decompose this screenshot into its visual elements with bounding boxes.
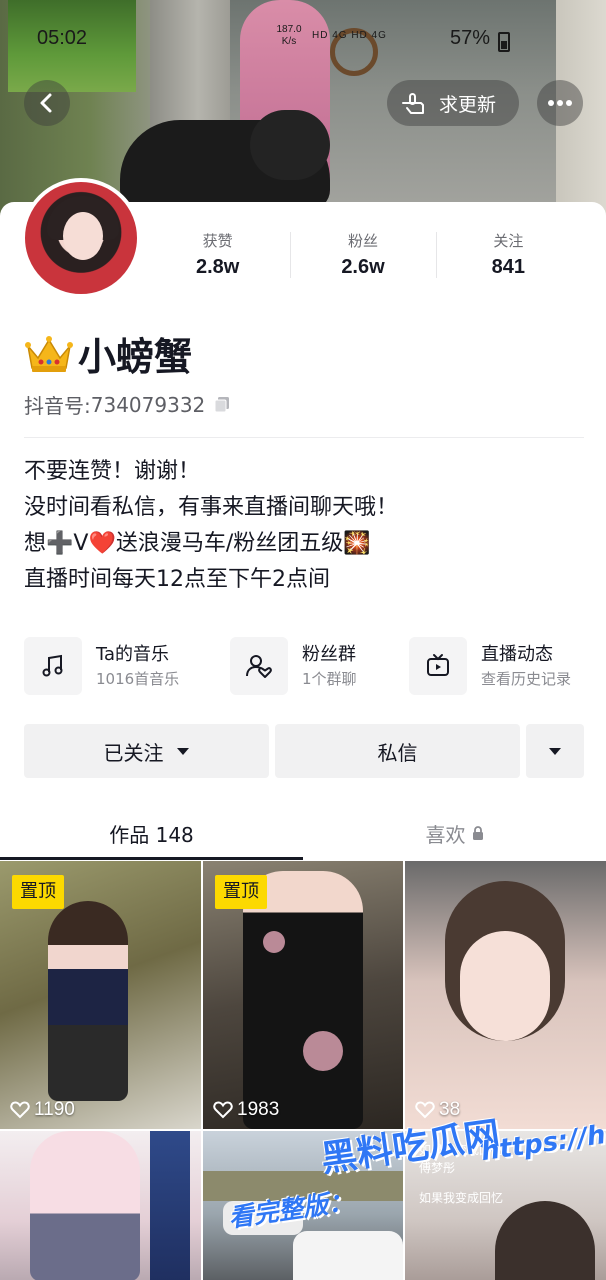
followed-button[interactable]: 已关注	[24, 724, 269, 778]
heart-outline-icon	[10, 1101, 30, 1119]
stat-value: 2.8w	[195, 256, 240, 278]
douyin-id-row[interactable]: 抖音号: 734079332	[24, 390, 231, 419]
video-thumbnail[interactable]: 置顶 1190	[0, 861, 201, 1129]
caret-down-icon	[549, 747, 561, 755]
feature-subtitle: 1016首音乐	[96, 670, 180, 688]
message-button[interactable]: 私信	[275, 724, 520, 778]
cover-dog-head	[250, 110, 330, 180]
heart-outline-icon	[213, 1101, 233, 1119]
like-count: 1983	[213, 1099, 279, 1121]
feature-title: 粉丝群	[302, 644, 356, 665]
bio-line: 直播时间每天12点至下午2点间	[24, 567, 330, 592]
action-row: 已关注 私信	[24, 724, 584, 778]
tab-works-label: 作品 148	[109, 822, 194, 847]
bio-line: 没时间看私信，有事来直播间聊天哦！	[24, 495, 399, 520]
tab-likes-label: 喜欢	[425, 822, 466, 847]
video-thumbnail[interactable]: 置顶 1983	[203, 861, 403, 1129]
chevron-left-icon	[40, 93, 52, 113]
more-options-button[interactable]	[526, 724, 584, 778]
pinned-badge: 置顶	[12, 875, 64, 909]
tab-works[interactable]: 作品 148	[0, 806, 303, 860]
profile-stats: 获赞 2.8w 粉丝 2.6w 关注 841	[145, 230, 581, 284]
like-count-value: 1983	[237, 1099, 280, 1120]
feature-fan-group[interactable]: 粉丝群 1个群聊	[230, 636, 357, 696]
music-note-icon	[24, 637, 82, 695]
profile-name-row: 小螃蟹	[24, 328, 193, 379]
battery-percent: 57%	[450, 27, 491, 49]
more-button[interactable]	[537, 80, 583, 126]
crown-icon	[25, 336, 73, 372]
tab-active-indicator	[0, 857, 303, 860]
bio-line: 不要连赞！谢谢！	[24, 459, 201, 484]
thumbnail-caption: 如果我变成回忆	[419, 1191, 504, 1205]
followed-label: 已关注	[103, 740, 164, 765]
tab-likes[interactable]: 喜欢	[303, 806, 606, 860]
pointing-hand-icon	[402, 93, 424, 114]
feature-title: 直播动态	[481, 644, 553, 665]
stat-label: 获赞	[202, 232, 233, 250]
live-tv-icon	[409, 637, 467, 695]
bio-line: 想➕V❤️送浪漫马车/粉丝团五级🎇	[24, 531, 371, 556]
more-dots-icon	[548, 100, 572, 106]
request-update-label: 求更新	[439, 93, 497, 116]
video-thumbnail[interactable]	[0, 1131, 201, 1280]
douyin-id-value: 734079332	[90, 392, 206, 417]
feature-row: Ta的音乐 1016首音乐 粉丝群 1个群聊 直播动态 查看历史记录	[24, 636, 586, 696]
feature-music[interactable]: Ta的音乐 1016首音乐	[24, 636, 179, 696]
feature-subtitle: 1个群聊	[302, 670, 357, 688]
pinned-badge: 置顶	[215, 875, 267, 909]
like-count: 1190	[10, 1099, 75, 1121]
status-bar: 05:02 187.0 K/s HD 4G HD 4G 57%	[0, 24, 606, 56]
caret-down-icon	[176, 747, 189, 755]
request-update-button[interactable]: 求更新	[387, 80, 519, 126]
stat-followers[interactable]: 粉丝 2.6w	[290, 230, 435, 284]
network-speed: 187.0 K/s	[274, 24, 304, 48]
message-label: 私信	[377, 740, 418, 765]
lock-icon	[472, 825, 483, 840]
feature-title: Ta的音乐	[96, 644, 170, 665]
profile-name: 小螃蟹	[78, 334, 193, 379]
douyin-id-label: 抖音号:	[24, 394, 91, 418]
fan-group-icon	[230, 637, 288, 695]
stat-label: 关注	[493, 232, 524, 250]
video-thumbnail[interactable]: 38	[405, 861, 606, 1129]
avatar[interactable]	[21, 178, 141, 298]
feature-subtitle: 查看历史记录	[481, 670, 572, 688]
stat-likes[interactable]: 获赞 2.8w	[145, 230, 290, 284]
stat-label: 粉丝	[347, 232, 378, 250]
stat-value: 841	[491, 256, 525, 278]
content-tabs: 作品 148 喜欢	[0, 806, 606, 860]
feature-live[interactable]: 直播动态 查看历史记录	[409, 636, 571, 696]
stat-following[interactable]: 关注 841	[435, 230, 581, 284]
like-count-value: 1190	[34, 1099, 75, 1120]
battery-icon	[498, 32, 510, 52]
stat-value: 2.6w	[341, 256, 385, 278]
profile-bio: 不要连赞！谢谢！ 没时间看私信，有事来直播间聊天哦！ 想➕V❤️送浪漫马车/粉丝…	[24, 454, 584, 598]
copy-icon[interactable]	[213, 396, 231, 414]
status-time: 05:02	[37, 27, 88, 49]
network-indicator: HD 4G HD 4G	[312, 30, 387, 41]
back-button[interactable]	[24, 80, 70, 126]
network-speed-unit: K/s	[281, 36, 297, 47]
network-speed-value: 187.0	[276, 24, 302, 35]
divider	[24, 437, 584, 438]
